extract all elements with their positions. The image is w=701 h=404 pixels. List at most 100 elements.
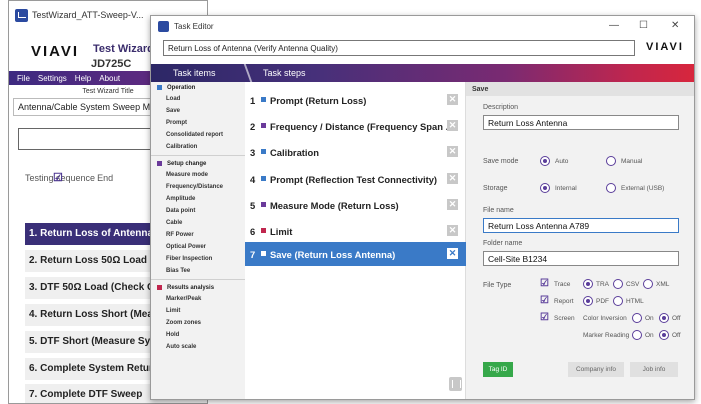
nav-item[interactable]: Prompt — [151, 117, 245, 129]
maximize-button[interactable]: ☐ — [639, 20, 648, 31]
nav-item[interactable]: Load — [151, 93, 245, 105]
task-name-field[interactable]: Return Loss of Antenna (Verify Antenna Q… — [163, 40, 635, 56]
nav-item[interactable]: Auto scale — [151, 341, 245, 353]
minimize-button[interactable]: — — [609, 20, 619, 31]
marker-reading-off-radio[interactable] — [659, 330, 669, 340]
step-label: Limit — [270, 226, 293, 237]
step-color-icon — [261, 97, 266, 102]
company-info-button[interactable]: Company info — [568, 362, 624, 377]
task-step-row[interactable]: 3 Calibration ✕ — [245, 140, 466, 164]
trash-icon[interactable] — [449, 377, 462, 391]
csv-radio[interactable] — [613, 279, 623, 289]
storage-external-radio[interactable] — [606, 183, 616, 193]
task-step-row[interactable]: 2 Frequency / Distance (Frequency Span ..… — [245, 114, 466, 138]
task-step-row[interactable]: 7 Save (Return Loss Antenna) ✕ — [245, 242, 466, 266]
nav-item[interactable]: Amplitude — [151, 193, 245, 205]
save-mode-auto-label: Auto — [555, 158, 569, 165]
nav-item[interactable]: Marker/Peak — [151, 293, 245, 305]
nav-item[interactable]: Hold — [151, 329, 245, 341]
step-color-icon — [261, 149, 266, 154]
save-settings-panel: Save Description Return Loss Antenna Sav… — [466, 82, 694, 399]
delete-step-icon[interactable]: ✕ — [447, 199, 458, 210]
nav-item[interactable]: Fiber Inspection — [151, 253, 245, 265]
task-step-row[interactable]: 5 Measure Mode (Return Loss) ✕ — [245, 193, 466, 217]
end-checkbox-icon[interactable]: ☑ — [53, 173, 63, 184]
tag-id-button[interactable]: Tag ID — [483, 362, 513, 377]
task-items-nav: Operation Load Save Prompt Consolidated repo… — [151, 82, 245, 399]
viavi-logo: VIAVI — [31, 43, 80, 60]
nav-item[interactable]: Save — [151, 105, 245, 117]
file-name-field[interactable]: Return Loss Antenna A789 — [483, 218, 679, 233]
marker-reading-label: Marker Reading — [583, 332, 630, 339]
delete-step-icon[interactable]: ✕ — [447, 146, 458, 157]
csv-label: CSV — [626, 281, 640, 288]
menu-help[interactable]: Help — [75, 74, 91, 83]
color-inversion-off-label: Off — [672, 315, 681, 322]
report-checkbox-icon[interactable]: ☑ — [540, 296, 550, 306]
nav-item[interactable]: Consolidated report — [151, 129, 245, 141]
nav-group-label: Results analysis — [167, 284, 215, 291]
job-info-button[interactable]: Job info — [630, 362, 678, 377]
nav-item[interactable]: Zoom zones — [151, 317, 245, 329]
nav-item[interactable]: Frequency/Distance — [151, 181, 245, 193]
delete-step-icon[interactable]: ✕ — [447, 120, 458, 131]
step-color-icon — [261, 123, 266, 128]
step-number: 1 — [250, 95, 256, 106]
app-title: Test Wizard — [93, 43, 154, 55]
menu-settings[interactable]: Settings — [38, 74, 67, 83]
description-field[interactable]: Return Loss Antenna — [483, 115, 679, 130]
nav-item[interactable]: Bias Tee — [151, 265, 245, 277]
color-inversion-on-radio[interactable] — [632, 313, 642, 323]
close-button[interactable]: ✕ — [671, 20, 679, 31]
step-color-icon — [261, 176, 266, 181]
nav-item[interactable]: RF Power — [151, 229, 245, 241]
delete-step-icon[interactable]: ✕ — [447, 248, 458, 259]
file-name-label: File name — [483, 207, 514, 214]
group-color-icon — [157, 161, 162, 166]
storage-internal-radio[interactable] — [540, 183, 550, 193]
xml-label: XML — [656, 281, 670, 288]
task-step-row[interactable]: 6 Limit ✕ — [245, 219, 466, 243]
nav-item[interactable]: Optical Power — [151, 241, 245, 253]
nav-item[interactable]: Data point — [151, 205, 245, 217]
html-radio[interactable] — [613, 296, 623, 306]
nav-item[interactable]: Limit — [151, 305, 245, 317]
task-items-header: Task items — [173, 68, 216, 78]
nav-item[interactable]: Calibration — [151, 141, 245, 153]
step-color-icon — [261, 251, 266, 256]
nav-separator — [151, 155, 245, 156]
delete-step-icon[interactable]: ✕ — [447, 173, 458, 184]
description-label: Description — [483, 104, 519, 111]
marker-reading-off-label: Off — [672, 332, 681, 339]
task-step-row[interactable]: 4 Prompt (Reflection Test Connectivity) ✕ — [245, 167, 466, 191]
step-label: Calibration — [270, 147, 319, 158]
color-inversion-label: Color Inversion — [583, 315, 627, 322]
delete-step-icon[interactable]: ✕ — [447, 94, 458, 105]
folder-name-field[interactable]: Cell-Site B1234 — [483, 251, 679, 266]
group-color-icon — [157, 285, 162, 290]
step-color-icon — [261, 228, 266, 233]
nav-item[interactable]: Measure mode — [151, 169, 245, 181]
xml-radio[interactable] — [643, 279, 653, 289]
delete-step-icon[interactable]: ✕ — [447, 225, 458, 236]
nav-item[interactable]: Cable — [151, 217, 245, 229]
menu-about[interactable]: About — [99, 74, 120, 83]
save-mode-label: Save mode — [483, 158, 519, 165]
trace-checkbox-icon[interactable]: ☑ — [540, 279, 550, 289]
model-label: JD725C — [91, 58, 132, 70]
group-color-icon — [157, 85, 162, 90]
save-mode-manual-radio[interactable] — [606, 156, 616, 166]
color-inversion-off-radio[interactable] — [659, 313, 669, 323]
screen-checkbox-icon[interactable]: ☑ — [540, 313, 550, 323]
tra-radio[interactable] — [583, 279, 593, 289]
menu-file[interactable]: File — [17, 74, 30, 83]
end-label: End — [97, 173, 114, 183]
report-label: Report — [554, 298, 574, 305]
marker-reading-on-radio[interactable] — [632, 330, 642, 340]
pdf-radio[interactable] — [583, 296, 593, 306]
task-steps-header: Task steps — [263, 68, 306, 78]
save-mode-auto-radio[interactable] — [540, 156, 550, 166]
step-number: 4 — [250, 174, 256, 185]
task-step-row[interactable]: 1 Prompt (Return Loss) ✕ — [245, 88, 466, 112]
step-label: Frequency / Distance (Frequency Span ... — [270, 121, 450, 132]
